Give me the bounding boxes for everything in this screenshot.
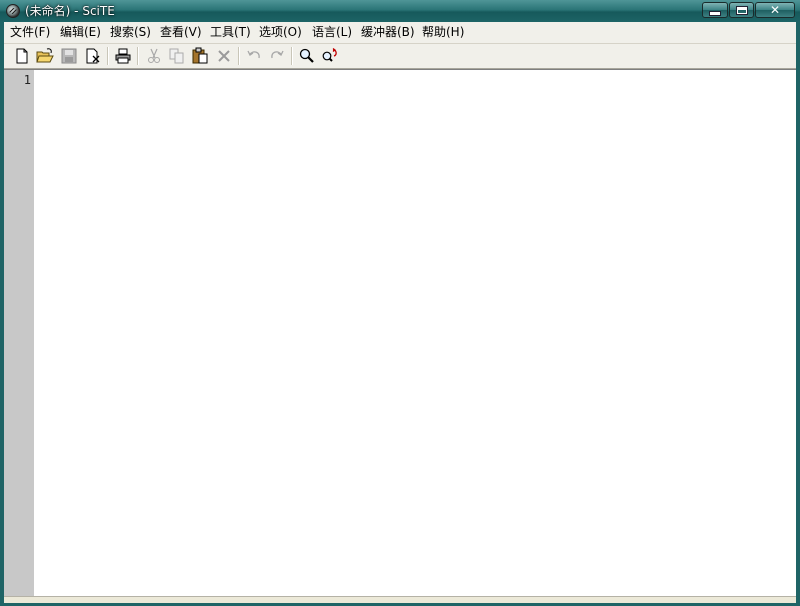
client-area: 文件(F) 编辑(E) 搜索(S) 查看(V) 工具(T) 选项(O) 语言(L… — [4, 22, 796, 603]
bottom-frame-edge — [4, 596, 796, 603]
scite-window: (未命名) - SciTE ✕ 文件(F) 编辑(E) 搜索(S) 查看(V) … — [0, 0, 800, 606]
copy-icon — [169, 48, 184, 64]
new-file-icon — [16, 48, 28, 64]
close-file-button[interactable] — [84, 47, 102, 65]
paste-icon — [192, 47, 208, 64]
replace-icon — [322, 48, 337, 62]
find-icon — [299, 48, 314, 63]
editor-pane[interactable]: 1 — [4, 69, 796, 597]
print-icon — [115, 48, 131, 64]
close-button[interactable]: ✕ — [755, 2, 795, 18]
minimize-icon — [709, 10, 721, 16]
toolbar-separator — [238, 47, 240, 65]
cut-button[interactable] — [145, 47, 163, 65]
menu-search[interactable]: 搜索(S) — [110, 25, 151, 39]
find-button[interactable] — [298, 47, 316, 65]
redo-button[interactable] — [268, 47, 286, 65]
paste-button[interactable] — [191, 47, 209, 65]
line-number: 1 — [23, 73, 31, 87]
menu-options[interactable]: 选项(O) — [259, 25, 302, 39]
new-file-button[interactable] — [13, 47, 31, 65]
menu-edit[interactable]: 编辑(E) — [60, 25, 101, 39]
toolbar-separator — [291, 47, 293, 65]
close-icon: ✕ — [769, 3, 781, 17]
title-bar[interactable]: (未命名) - SciTE ✕ — [0, 0, 800, 22]
undo-button[interactable] — [245, 47, 263, 65]
close-file-icon — [86, 48, 100, 64]
window-title: (未命名) - SciTE — [25, 4, 115, 18]
editor-text-area[interactable] — [38, 73, 796, 597]
redo-icon — [271, 50, 284, 59]
open-button[interactable] — [36, 47, 54, 65]
toolbar-separator — [137, 47, 139, 65]
menu-tools[interactable]: 工具(T) — [210, 25, 251, 39]
open-folder-icon — [36, 48, 54, 63]
menu-help[interactable]: 帮助(H) — [422, 25, 464, 39]
menu-bar: 文件(F) 编辑(E) 搜索(S) 查看(V) 工具(T) 选项(O) 语言(L… — [4, 22, 796, 44]
toolbar — [4, 44, 796, 69]
toolbar-separator — [107, 47, 109, 65]
delete-button[interactable] — [215, 47, 233, 65]
scite-app-icon[interactable] — [6, 4, 20, 18]
cut-icon — [148, 48, 160, 63]
save-button[interactable] — [60, 47, 78, 65]
replace-button[interactable] — [321, 47, 339, 65]
delete-icon — [218, 50, 230, 62]
menu-file[interactable]: 文件(F) — [10, 25, 50, 39]
line-number-gutter[interactable]: 1 — [4, 70, 34, 597]
minimize-button[interactable] — [702, 2, 728, 18]
save-icon — [61, 48, 77, 64]
undo-icon — [247, 50, 260, 59]
maximize-icon — [736, 6, 747, 14]
copy-button[interactable] — [168, 47, 186, 65]
menu-view[interactable]: 查看(V) — [160, 25, 202, 39]
menu-language[interactable]: 语言(L) — [312, 25, 352, 39]
menu-buffers[interactable]: 缓冲器(B) — [361, 25, 415, 39]
maximize-button[interactable] — [729, 2, 754, 18]
print-button[interactable] — [114, 47, 132, 65]
